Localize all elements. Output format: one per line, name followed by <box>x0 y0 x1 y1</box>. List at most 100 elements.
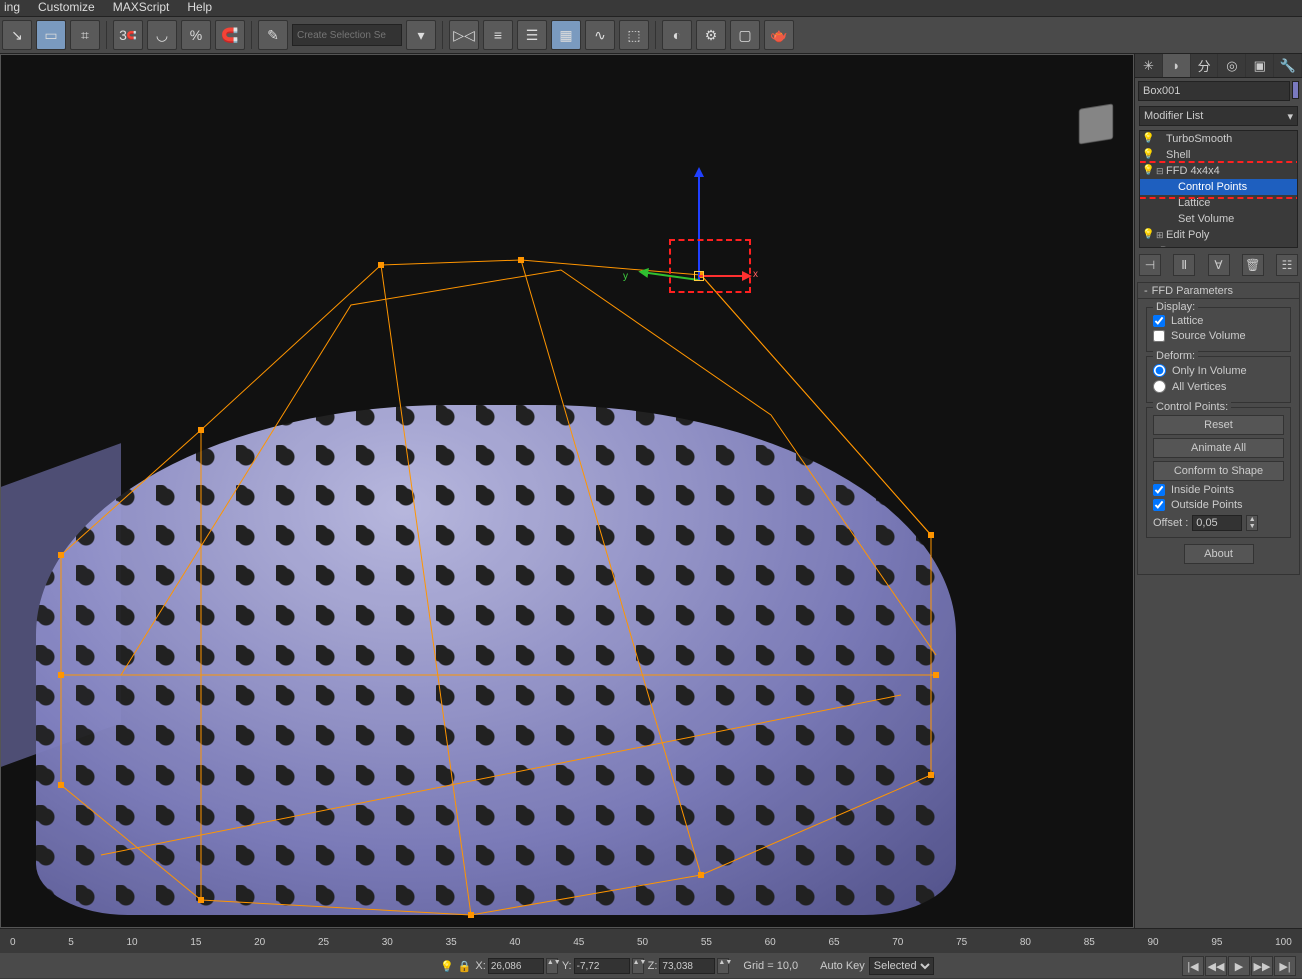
render-setup-icon[interactable]: ⚙ <box>696 20 726 50</box>
material-editor-icon[interactable]: ◐ <box>662 20 692 50</box>
stack-item-box[interactable]: Box <box>1140 243 1297 248</box>
animate-all-button[interactable]: Animate All <box>1153 438 1284 458</box>
offset-spinner-arrows[interactable]: ▲▼ <box>1246 515 1258 531</box>
snap-toggle-3[interactable]: 3🧲 <box>113 20 143 50</box>
stack-item-ffd[interactable]: 💡⊟FFD 4x4x4 <box>1140 163 1297 179</box>
outside-points-label: Outside Points <box>1171 499 1243 511</box>
stack-item-turbosmooth[interactable]: 💡TurboSmooth <box>1140 131 1297 147</box>
configure-sets-icon[interactable]: ☷ <box>1276 254 1298 276</box>
object-color-swatch[interactable] <box>1292 81 1299 99</box>
about-button[interactable]: About <box>1184 544 1254 564</box>
next-frame-icon[interactable]: ▶▶ <box>1251 956 1273 976</box>
menu-item[interactable]: Help <box>187 0 212 16</box>
stack-item-lattice[interactable]: Lattice <box>1140 195 1297 211</box>
chevron-down-icon: ▾ <box>1287 110 1293 123</box>
menu-item[interactable]: ing <box>4 0 20 16</box>
x-label: X: <box>475 960 485 972</box>
rollout-header[interactable]: -FFD Parameters <box>1138 283 1299 299</box>
stack-item-shell[interactable]: 💡Shell <box>1140 147 1297 163</box>
axis-label-x: x <box>753 269 758 280</box>
render-icon[interactable]: 🫖 <box>764 20 794 50</box>
timeline[interactable]: 0510 152025 303540 455055 606570 758085 … <box>0 929 1302 953</box>
only-in-volume-label: Only In Volume <box>1172 365 1247 377</box>
named-selection-icon[interactable]: ✎ <box>258 20 288 50</box>
mirror-icon[interactable]: ▷◁ <box>449 20 479 50</box>
lattice-checkbox[interactable] <box>1153 315 1165 327</box>
spinner-snap-icon[interactable]: 🧲 <box>215 20 245 50</box>
control-points-group-label: Control Points: <box>1153 401 1231 413</box>
schematic-icon[interactable]: ⬚ <box>619 20 649 50</box>
create-tab-icon[interactable]: ✳ <box>1135 54 1163 77</box>
y-coord-field[interactable] <box>574 958 630 974</box>
y-spinner[interactable]: ▲▼ <box>632 958 644 974</box>
inside-points-checkbox[interactable] <box>1153 484 1165 496</box>
key-filter-dropdown[interactable]: Selected <box>869 957 934 975</box>
select-name-icon[interactable]: ⌗ <box>70 20 100 50</box>
modifier-list-dropdown[interactable]: Modifier List▾ <box>1139 106 1298 126</box>
layers-icon[interactable]: ☰ <box>517 20 547 50</box>
inside-points-label: Inside Points <box>1171 484 1234 496</box>
motion-tab-icon[interactable]: ◎ <box>1218 54 1246 77</box>
menu-item[interactable]: Customize <box>38 0 95 16</box>
x-coord-field[interactable] <box>488 958 544 974</box>
modify-tab-icon[interactable]: ◗ <box>1163 54 1191 77</box>
select-object-icon[interactable]: ▭ <box>36 20 66 50</box>
stack-toolbar: ⊣ Ⅱ ∀ 🗑 ☷ <box>1139 252 1298 278</box>
viewcube[interactable] <box>1079 103 1113 144</box>
stack-item-control-points[interactable]: Control Points <box>1140 179 1297 195</box>
only-in-volume-radio[interactable] <box>1153 364 1166 377</box>
ffd-parameters-rollout: -FFD Parameters Display: Lattice Source … <box>1137 282 1300 575</box>
modifier-stack[interactable]: 💡TurboSmooth 💡Shell 💡⊟FFD 4x4x4 Control … <box>1139 130 1298 248</box>
show-end-result-icon[interactable]: Ⅱ <box>1173 254 1195 276</box>
y-label: Y: <box>562 960 572 972</box>
stack-item-set-volume[interactable]: Set Volume <box>1140 211 1297 227</box>
outside-points-checkbox[interactable] <box>1153 499 1165 511</box>
render-frame-icon[interactable]: ▢ <box>730 20 760 50</box>
goto-end-icon[interactable]: ▶| <box>1274 956 1296 976</box>
selection-set-arrow-icon[interactable]: ▾ <box>406 20 436 50</box>
reset-button[interactable]: Reset <box>1153 415 1284 435</box>
timeline-ticks: 0510 152025 303540 455055 606570 758085 … <box>0 929 1302 948</box>
display-tab-icon[interactable]: ▣ <box>1246 54 1274 77</box>
graphite-icon[interactable]: ▦ <box>551 20 581 50</box>
lock-selection-icon[interactable]: 🔒 <box>458 960 472 973</box>
stack-item-edit-poly[interactable]: 💡⊞Edit Poly <box>1140 227 1297 243</box>
align-icon[interactable]: ≡ <box>483 20 513 50</box>
play-icon[interactable]: ▶ <box>1228 956 1250 976</box>
offset-label: Offset : <box>1153 517 1188 529</box>
menu-item[interactable]: MAXScript <box>113 0 170 16</box>
main-toolbar: ↘ ▭ ⌗ 3🧲 ◡ % 🧲 ✎ ▾ ▷◁ ≡ ☰ ▦ ∿ ⬚ ◐ ⚙ ▢ 🫖 <box>0 16 1302 54</box>
lock-icon[interactable]: 💡 <box>440 960 454 973</box>
pin-stack-icon[interactable]: ⊣ <box>1139 254 1161 276</box>
conform-button[interactable]: Conform to Shape <box>1153 461 1284 481</box>
autokey-button[interactable]: Auto Key <box>820 960 865 972</box>
mesh-object[interactable] <box>36 405 956 915</box>
remove-modifier-icon[interactable]: 🗑 <box>1242 254 1264 276</box>
status-bar: 💡 🔒 X:▲▼ Y:▲▼ Z:▲▼ Grid = 10,0 Auto Key … <box>0 953 1302 979</box>
object-name-field[interactable] <box>1138 81 1290 101</box>
offset-spinner[interactable] <box>1192 515 1242 531</box>
perspective-viewport[interactable]: x y <box>0 54 1134 928</box>
display-group-label: Display: <box>1153 301 1198 313</box>
goto-start-icon[interactable]: |◀ <box>1182 956 1204 976</box>
prev-frame-icon[interactable]: ◀◀ <box>1205 956 1227 976</box>
curve-editor-icon[interactable]: ∿ <box>585 20 615 50</box>
hierarchy-tab-icon[interactable]: 分 <box>1191 54 1219 77</box>
all-vertices-label: All Vertices <box>1172 381 1226 393</box>
utilities-tab-icon[interactable]: 🔧 <box>1274 54 1302 77</box>
all-vertices-radio[interactable] <box>1153 380 1166 393</box>
x-spinner[interactable]: ▲▼ <box>546 958 558 974</box>
make-unique-icon[interactable]: ∀ <box>1208 254 1230 276</box>
selection-set-dropdown[interactable] <box>292 24 402 46</box>
z-label: Z: <box>648 960 658 972</box>
z-spinner[interactable]: ▲▼ <box>717 958 729 974</box>
percent-snap-icon[interactable]: % <box>181 20 211 50</box>
z-coord-field[interactable] <box>659 958 715 974</box>
angle-snap-icon[interactable]: ◡ <box>147 20 177 50</box>
source-volume-checkbox[interactable] <box>1153 330 1165 342</box>
command-panel-tabs: ✳ ◗ 分 ◎ ▣ 🔧 <box>1135 54 1302 78</box>
command-panel: ✳ ◗ 分 ◎ ▣ 🔧 Modifier List▾ 💡TurboSmooth … <box>1134 54 1302 928</box>
select-link-icon[interactable]: ↘ <box>2 20 32 50</box>
playback-controls: |◀ ◀◀ ▶ ▶▶ ▶| <box>1182 956 1296 976</box>
axis-label-y: y <box>623 271 628 282</box>
